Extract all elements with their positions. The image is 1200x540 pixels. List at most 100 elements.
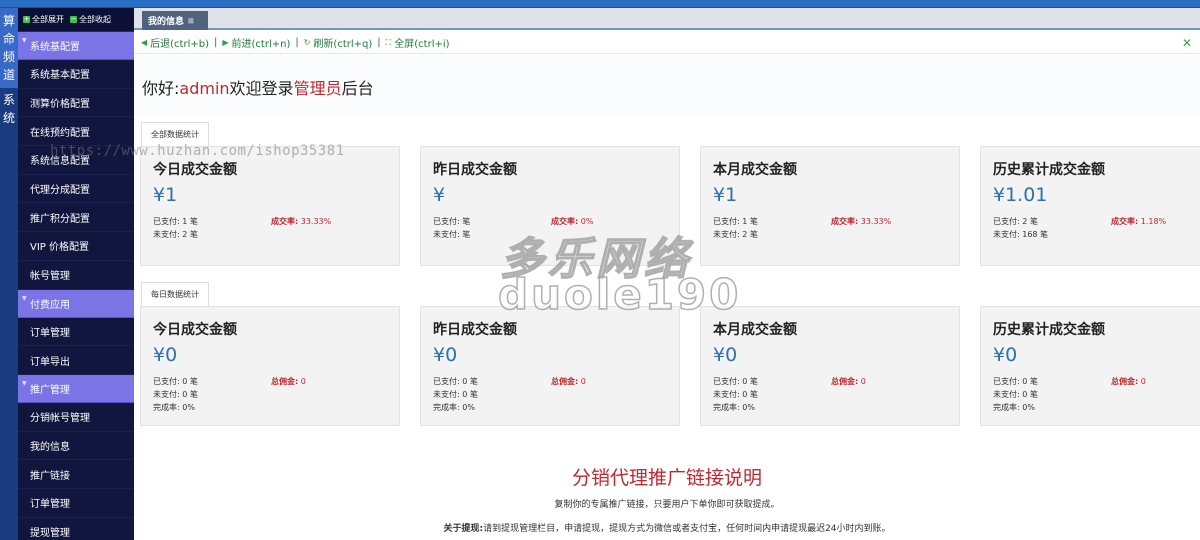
page-toolbar: ◀ 后退(ctrl+b) | ▶ 前进(ctrl+n) | ↻ 刷新(ctrl+q) …	[134, 32, 1200, 54]
expand-all-button[interactable]: + 全部展开	[23, 14, 64, 25]
sidebar-menu: ▼ 系统基配置 系统基本配置 测算价格配置 在线预约配置 系统信息配置 代理分成配置 推广积分…	[18, 32, 134, 540]
triangle-down-icon: ▼	[22, 294, 27, 302]
stat-card-rate-value: 33.33%	[858, 217, 892, 226]
role-text: 管理员	[293, 79, 342, 98]
fullscreen-icon: ⛶	[385, 37, 392, 47]
separator: |	[377, 37, 381, 48]
sidebar: + 全部展开 − 全部收起 ▼ 系统基配置 系统基本配置 测算价格配置 在线预约配置 系统信息…	[18, 8, 134, 540]
promo-description: 复制你的专属推广链接，只要用户下单你即可获取提成。	[554, 500, 780, 510]
stat-card-complete: 完成率: 0%	[153, 403, 195, 412]
forward-label: 前进(ctrl+n)	[231, 39, 291, 50]
section-tab[interactable]: 每日数据统计	[141, 282, 209, 306]
sidebar-item[interactable]: 提现管理	[18, 518, 134, 540]
stat-card-rate-label: 成交率:	[831, 217, 859, 226]
stat-card-unpaid: 未支付: 2 笔	[713, 230, 758, 239]
close-icon[interactable]: ✕	[1182, 36, 1192, 50]
stat-card: 今日成交金额 ¥0 已支付: 0 笔未支付: 0 笔完成率: 0% 总佣金: 0	[140, 306, 400, 426]
sidebar-item[interactable]: 我的信息	[18, 432, 134, 461]
stat-card-amount: ¥1.01	[993, 184, 1048, 206]
sidebar-item[interactable]: 订单管理	[18, 489, 134, 518]
minus-icon: −	[70, 15, 77, 23]
forward-button[interactable]: ▶ 前进(ctrl+n)	[222, 35, 290, 50]
stat-card-title: 历史累计成交金额	[993, 322, 1105, 338]
sidebar-group[interactable]: ▼ 系统基配置	[18, 32, 134, 60]
stat-card-amount: ¥0	[153, 344, 178, 366]
sidebar-item[interactable]: VIP 价格配置	[18, 232, 134, 261]
stat-card: 本月成交金额 ¥0 已支付: 0 笔未支付: 0 笔完成率: 0% 总佣金: 0	[700, 306, 960, 426]
welcome-banner: 你好:admin欢迎登录管理员后台	[134, 55, 1200, 115]
stat-card: 本月成交金额 ¥1 已支付: 1 笔未支付: 2 笔 成交率: 33.33%	[700, 146, 960, 266]
stat-card-amount: ¥1	[153, 184, 178, 206]
sidebar-group-label: 付费应用	[30, 299, 70, 311]
welcome-suffix: 后台	[341, 79, 374, 98]
stat-card-complete: 完成率: 0%	[713, 403, 755, 412]
sidebar-item[interactable]: 代理分成配置	[18, 175, 134, 204]
sidebar-group[interactable]: ▼ 推广管理	[18, 374, 134, 403]
stat-card-title: 本月成交金额	[713, 162, 797, 178]
stat-card-rate: 总佣金: 0	[271, 376, 306, 387]
triangle-down-icon: ▼	[22, 37, 27, 44]
collapse-all-label: 全部收起	[79, 15, 111, 24]
separator: |	[295, 37, 299, 48]
sidebar-item[interactable]: 测算价格配置	[18, 89, 134, 118]
stat-card-rate-value: 0	[1138, 377, 1146, 386]
stat-card-title: 今日成交金额	[153, 322, 237, 338]
sidebar-item[interactable]: 推广链接	[18, 460, 134, 489]
promo-note-label: 关于提现:	[443, 524, 484, 534]
promo-title: 分销代理推广链接说明	[571, 467, 762, 489]
stat-card-rate-label: 总佣金:	[551, 377, 579, 386]
back-button[interactable]: ◀ 后退(ctrl+b)	[141, 35, 209, 50]
stat-card-paid: 已支付: 0 笔	[153, 377, 198, 386]
separator: |	[214, 37, 218, 48]
sidebar-item[interactable]: 订单管理	[18, 318, 134, 347]
channel-nav-label: 算 命 频 道	[2, 14, 15, 82]
stat-card-title: 本月成交金额	[713, 322, 797, 338]
watermark-logo-en: duole190	[497, 269, 742, 320]
sidebar-item[interactable]: 订单导出	[18, 346, 134, 375]
tab-my-info[interactable]: 我的信息 ⊠	[142, 11, 208, 30]
refresh-label: 刷新(ctrl+q)	[313, 39, 373, 50]
fullscreen-button[interactable]: ⛶ 全屏(ctrl+i)	[385, 35, 450, 51]
sidebar-item[interactable]: 系统基本配置	[18, 60, 134, 89]
back-label: 后退(ctrl+b)	[150, 39, 209, 50]
refresh-button[interactable]: ↻ 刷新(ctrl+q)	[304, 35, 373, 50]
channel-nav-item-suanming[interactable]: 算 命 频 道	[0, 8, 18, 88]
sidebar-item[interactable]: 在线预约配置	[18, 117, 134, 147]
sidebar-item[interactable]: 分销帐号管理	[18, 403, 134, 432]
channel-nav: 算 命 频 道 系 统	[0, 8, 18, 540]
tab-bar: 我的信息 ⊠	[134, 8, 1200, 30]
watermark-url: https://www.huzhan.com/ishop35381	[50, 143, 345, 159]
close-tab-icon[interactable]: ⊠	[188, 17, 194, 25]
fullscreen-label: 全屏(ctrl+i)	[394, 39, 450, 50]
stat-card-paid: 已支付: 2 笔	[993, 217, 1038, 226]
sidebar-group-label: 推广管理	[30, 384, 70, 396]
stat-card-paid: 已支付: 笔	[433, 217, 471, 226]
stat-card-rate-value: 0	[578, 377, 586, 386]
welcome-text: 欢迎登录	[229, 79, 294, 98]
stat-card-amount: ¥1	[713, 184, 738, 206]
sidebar-item[interactable]: 推广积分配置	[18, 203, 134, 233]
username-text: admin	[179, 79, 230, 98]
stat-card-rate-label: 成交率:	[271, 217, 299, 226]
stat-card-rate-value: 0	[858, 377, 866, 386]
promo-note-text: 请到提现管理栏目，申请提现，提现方式为微信或者支付宝，任何时间内申请提现最迟24…	[483, 524, 891, 534]
stat-card-amount: ¥0	[713, 344, 738, 366]
collapse-all-button[interactable]: − 全部收起	[70, 14, 111, 25]
channel-nav-item-system[interactable]: 系 统	[0, 88, 18, 127]
stat-card-rate: 总佣金: 0	[1111, 376, 1146, 387]
stat-card-rate: 成交率: 33.33%	[271, 216, 331, 227]
stat-card-amount: ¥	[433, 184, 446, 206]
stat-card-unpaid: 未支付: 0 笔	[713, 390, 758, 399]
stat-card-rate-value: 0	[298, 377, 306, 386]
sidebar-item[interactable]: 帐号管理	[18, 261, 134, 290]
stat-card-unpaid: 未支付: 2 笔	[153, 230, 198, 239]
stat-card-paid: 已支付: 0 笔	[993, 377, 1038, 386]
stat-card-rate-value: 1.18%	[1138, 217, 1167, 226]
stat-card-unpaid: 未支付: 0 笔	[993, 390, 1038, 399]
stat-card-rate-label: 总佣金:	[831, 377, 859, 386]
arrow-left-icon: ◀	[141, 38, 148, 47]
sidebar-group[interactable]: ▼ 付费应用	[18, 289, 134, 318]
app-window: 算 命 频 道 系 统 + 全部展开 − 全部收起 ▼ 系统基配置 系统基本配置 测算价格…	[0, 0, 1200, 540]
stat-card-paid: 已支付: 0 笔	[433, 377, 478, 386]
stat-card-amount: ¥0	[433, 344, 458, 366]
